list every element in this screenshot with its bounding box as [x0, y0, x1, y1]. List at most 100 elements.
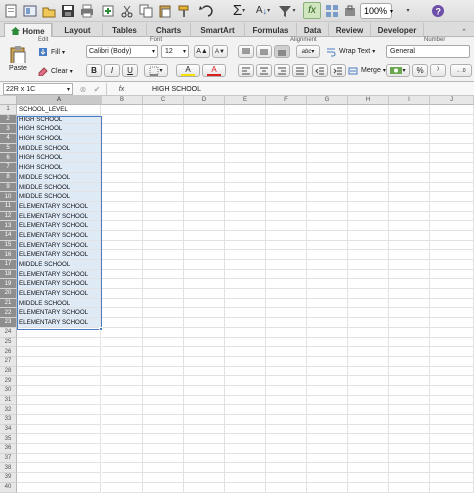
empty-cell[interactable] — [430, 444, 474, 454]
empty-cell[interactable] — [143, 376, 184, 386]
empty-cell[interactable] — [307, 172, 348, 183]
tab-formulas[interactable]: Formulas — [244, 23, 296, 37]
empty-cell[interactable] — [389, 182, 430, 193]
empty-cell[interactable] — [389, 453, 430, 464]
empty-cell[interactable] — [389, 376, 430, 386]
cell-a[interactable]: ELEMENTARY SCHOOL — [17, 269, 101, 280]
row-header[interactable]: 11 — [0, 201, 17, 212]
empty-cell[interactable] — [225, 201, 266, 212]
empty-cell[interactable] — [348, 415, 389, 425]
cell-a[interactable]: ELEMENTARY SCHOOL — [17, 318, 101, 328]
empty-cell[interactable] — [389, 105, 430, 115]
cell-a[interactable]: ELEMENTARY SCHOOL — [17, 279, 101, 290]
empty-cell[interactable] — [307, 415, 348, 425]
empty-cell[interactable] — [266, 230, 307, 241]
empty-cell[interactable] — [430, 289, 474, 299]
empty-cell[interactable] — [143, 356, 184, 367]
tab-review[interactable]: Review — [328, 23, 370, 37]
fill-color-button[interactable]: A — [176, 64, 200, 77]
empty-cell[interactable] — [266, 424, 307, 435]
empty-cell[interactable] — [430, 182, 474, 193]
align-left-button[interactable] — [238, 64, 254, 77]
font-size-select[interactable]: 12 ▾ — [161, 45, 189, 58]
empty-cell[interactable] — [348, 444, 389, 454]
empty-cell[interactable] — [143, 240, 184, 251]
empty-cell[interactable] — [225, 463, 266, 474]
empty-cell[interactable] — [389, 143, 430, 154]
empty-cell[interactable] — [389, 356, 430, 367]
row-header[interactable]: 6 — [0, 153, 17, 164]
empty-cell[interactable] — [225, 347, 266, 357]
empty-cell[interactable] — [266, 318, 307, 328]
empty-cell[interactable] — [102, 444, 143, 454]
cell-a[interactable]: ELEMENTARY SCHOOL — [17, 230, 101, 241]
empty-cell[interactable] — [184, 211, 225, 222]
empty-cell[interactable] — [348, 289, 389, 299]
empty-cell[interactable] — [348, 182, 389, 193]
empty-cell[interactable] — [389, 114, 430, 125]
empty-cell[interactable] — [430, 279, 474, 290]
empty-cell[interactable] — [266, 279, 307, 290]
empty-cell[interactable] — [307, 434, 348, 445]
empty-cell[interactable] — [348, 153, 389, 164]
bold-button[interactable]: B — [86, 64, 102, 77]
empty-cell[interactable] — [266, 163, 307, 173]
autosum-icon[interactable]: Σ ▾ — [228, 2, 250, 19]
empty-cell[interactable] — [307, 279, 348, 290]
empty-cell[interactable] — [184, 182, 225, 193]
empty-cell[interactable] — [184, 289, 225, 299]
copy-icon[interactable] — [138, 2, 154, 19]
orientation-button[interactable]: abc ▾ — [296, 45, 320, 58]
row-header[interactable]: 34 — [0, 424, 17, 435]
empty-cell[interactable] — [143, 308, 184, 319]
column-header-h[interactable]: H — [348, 96, 389, 105]
empty-cell[interactable] — [430, 463, 474, 474]
empty-cell[interactable] — [225, 182, 266, 193]
empty-cell[interactable] — [102, 240, 143, 251]
cell-a[interactable] — [17, 482, 101, 493]
tab-data[interactable]: Data — [296, 23, 328, 37]
currency-format-button[interactable]: ▾ — [386, 64, 410, 77]
empty-cell[interactable] — [430, 192, 474, 202]
empty-cell[interactable] — [430, 250, 474, 260]
empty-cell[interactable] — [102, 308, 143, 319]
save-icon[interactable] — [60, 2, 76, 19]
empty-cell[interactable] — [102, 318, 143, 328]
empty-cell[interactable] — [266, 124, 307, 135]
empty-cell[interactable] — [307, 347, 348, 357]
empty-cell[interactable] — [348, 211, 389, 222]
empty-cell[interactable] — [266, 153, 307, 164]
empty-cell[interactable] — [143, 318, 184, 328]
cell-a[interactable]: ELEMENTARY SCHOOL — [17, 308, 101, 319]
empty-cell[interactable] — [307, 143, 348, 154]
empty-cell[interactable] — [102, 366, 143, 377]
empty-cell[interactable] — [266, 337, 307, 348]
empty-cell[interactable] — [225, 114, 266, 125]
empty-cell[interactable] — [184, 260, 225, 270]
empty-cell[interactable] — [102, 211, 143, 222]
empty-cell[interactable] — [430, 347, 474, 357]
empty-cell[interactable] — [184, 230, 225, 241]
empty-cell[interactable] — [266, 385, 307, 396]
empty-cell[interactable] — [102, 453, 143, 464]
empty-cell[interactable] — [307, 230, 348, 241]
empty-cell[interactable] — [348, 163, 389, 173]
format-painter-icon[interactable] — [176, 2, 192, 19]
cell-a[interactable] — [17, 453, 101, 464]
empty-cell[interactable] — [430, 143, 474, 154]
empty-cell[interactable] — [348, 134, 389, 144]
empty-cell[interactable] — [430, 385, 474, 396]
empty-cell[interactable] — [389, 163, 430, 173]
row-header[interactable]: 19 — [0, 279, 17, 290]
empty-cell[interactable] — [184, 395, 225, 406]
empty-cell[interactable] — [184, 114, 225, 125]
empty-cell[interactable] — [225, 482, 266, 493]
empty-cell[interactable] — [143, 153, 184, 164]
empty-cell[interactable] — [143, 124, 184, 135]
empty-cell[interactable] — [430, 337, 474, 348]
empty-cell[interactable] — [430, 230, 474, 241]
column-header-b[interactable]: B — [102, 96, 143, 105]
empty-cell[interactable] — [143, 279, 184, 290]
empty-cell[interactable] — [102, 356, 143, 367]
empty-cell[interactable] — [143, 289, 184, 299]
